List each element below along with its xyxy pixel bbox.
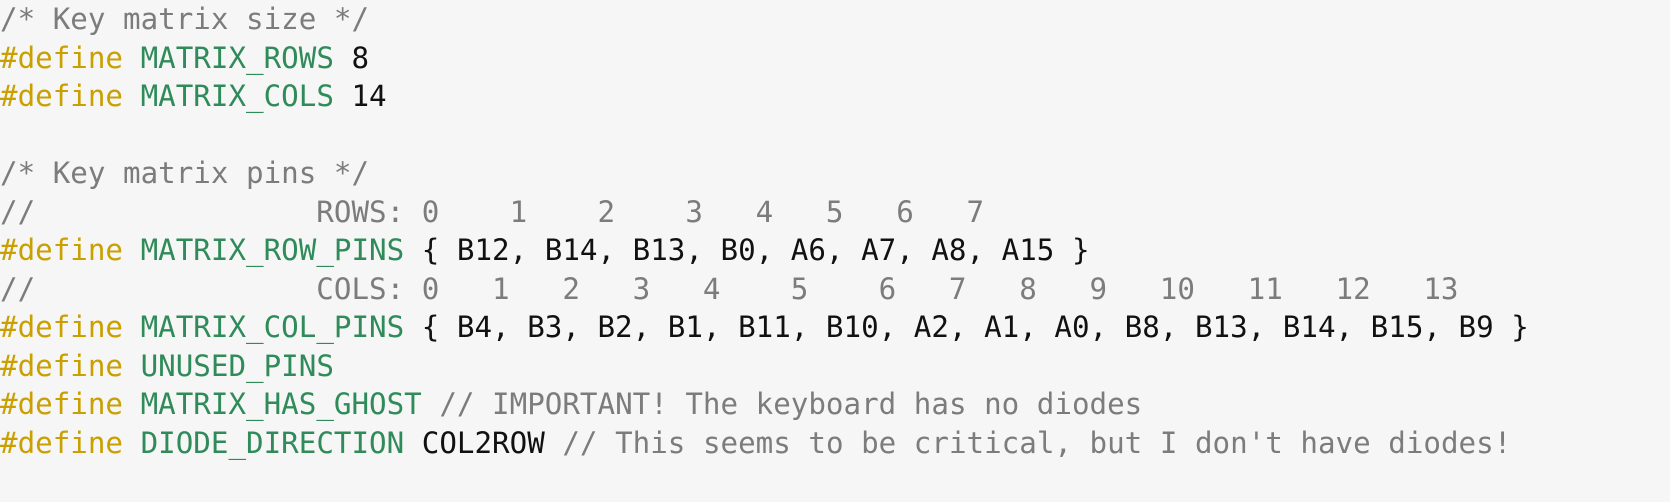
code-line-2: #define MATRIX_ROWS 8	[0, 39, 1670, 78]
macro-name: MATRIX_HAS_GHOST	[140, 387, 422, 421]
macro-name: MATRIX_COLS	[140, 79, 334, 113]
macro-value: 8	[351, 40, 370, 75]
macro-name: MATRIX_ROW_PINS	[140, 233, 405, 267]
define-keyword: #define	[0, 40, 124, 75]
macro-name: MATRIX_COL_PINS	[140, 310, 405, 344]
code-line-8: // COLS: 0 1 2 3 4 5 6 7 8 9 10 11 12 13	[0, 270, 1670, 309]
define-keyword: #define	[0, 233, 124, 267]
code-line-1: /* Key matrix size */	[0, 0, 1670, 39]
define-keyword: #define	[0, 348, 124, 383]
code-line-9: #define MATRIX_COL_PINS { B4, B3, B2, B1…	[0, 308, 1670, 347]
inline-comment: // This seems to be critical, but I don'…	[562, 425, 1512, 460]
macro-value: 14	[351, 79, 387, 113]
macro-name: UNUSED_PINS	[140, 348, 334, 383]
inline-comment: // IMPORTANT! The keyboard has no diodes	[439, 387, 1143, 421]
code-line-6: // ROWS: 0 1 2 3 4 5 6 7	[0, 193, 1670, 232]
define-keyword: #define	[0, 310, 124, 344]
code-line-11: #define MATRIX_HAS_GHOST // IMPORTANT! T…	[0, 385, 1670, 424]
rows-index-comment: // ROWS: 0 1 2 3 4 5 6 7	[0, 194, 985, 229]
define-keyword: #define	[0, 79, 124, 113]
code-line-7: #define MATRIX_ROW_PINS { B12, B14, B13,…	[0, 231, 1670, 270]
comment-text: /* Key matrix size */	[0, 2, 370, 36]
code-editor: /* Key matrix size */ #define MATRIX_ROW…	[0, 0, 1670, 502]
define-keyword: #define	[0, 425, 124, 460]
macro-value: COL2ROW	[421, 425, 545, 460]
row-pins-value: { B12, B14, B13, B0, A6, A7, A8, A15 }	[421, 233, 1090, 267]
comment-text: /* Key matrix pins */	[0, 156, 370, 190]
code-line-5: /* Key matrix pins */	[0, 154, 1670, 193]
code-line-10: #define UNUSED_PINS	[0, 347, 1670, 386]
define-keyword: #define	[0, 387, 124, 421]
code-line-3: #define MATRIX_COLS 14	[0, 77, 1670, 116]
col-pins-value: { B4, B3, B2, B1, B11, B10, A2, A1, A0, …	[421, 310, 1529, 344]
cols-index-comment: // COLS: 0 1 2 3 4 5 6 7 8 9 10 11 12 13	[0, 271, 1459, 306]
macro-name: MATRIX_ROWS	[140, 40, 334, 75]
code-line-12: #define DIODE_DIRECTION COL2ROW // This …	[0, 424, 1670, 463]
macro-name: DIODE_DIRECTION	[140, 425, 405, 460]
